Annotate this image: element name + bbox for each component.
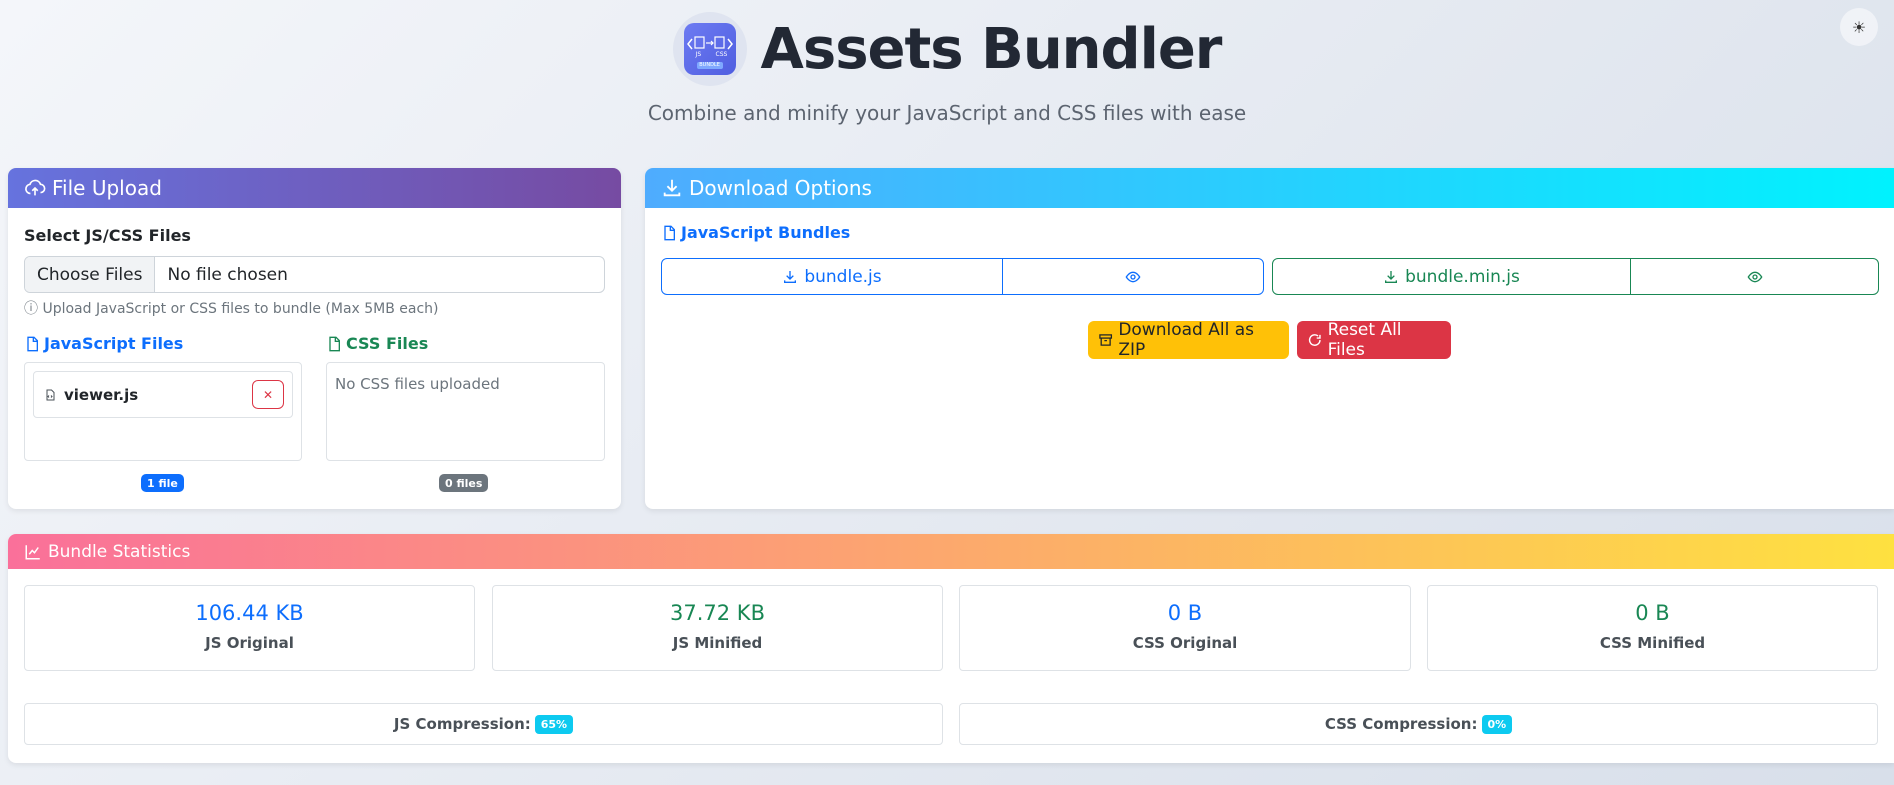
css-count-badge: 0 files <box>439 474 489 492</box>
reset-files-button[interactable]: Reset All Files <box>1297 320 1451 360</box>
stat-js-minified: 37.72 KB JS Minified <box>492 585 943 671</box>
eye-icon <box>1747 271 1762 282</box>
stat-label: JS Original <box>205 634 294 652</box>
list-item: viewer.js ✕ <box>33 371 293 418</box>
download-zip-button[interactable]: Download All as ZIP <box>1088 320 1289 360</box>
select-files-label: Select JS/CSS Files <box>24 226 191 245</box>
file-upload-card: File Upload Select JS/CSS Files Choose F… <box>8 168 621 509</box>
download-icon <box>663 179 681 197</box>
logo-css-text: CSS <box>715 51 728 58</box>
page-header: JS CSS BUNDLE Assets Bundler <box>0 12 1894 86</box>
js-count-badge: 1 file <box>141 474 184 492</box>
stat-value: 106.44 KB <box>195 601 304 625</box>
css-compression-badge: 0% <box>1481 714 1513 734</box>
stat-value: 37.72 KB <box>670 601 765 625</box>
download-options-title: Download Options <box>689 176 872 200</box>
js-file-icon <box>27 336 38 351</box>
css-files-title: CSS Files <box>326 334 428 353</box>
download-options-card: Download Options JavaScript Bundles bund… <box>645 168 1894 509</box>
upload-help-text: ⓘ Upload JavaScript or CSS files to bund… <box>24 298 439 318</box>
js-files-title: JavaScript Files <box>24 334 183 353</box>
download-zip-label: Download All as ZIP <box>1118 320 1254 360</box>
js-bundles-title: JavaScript Bundles <box>661 223 850 242</box>
css-compression: CSS Compression: 0% <box>959 703 1878 745</box>
logo-bundle-text: BUNDLE <box>696 62 723 69</box>
logo: JS CSS BUNDLE <box>672 12 747 86</box>
stat-js-original: 106.44 KB JS Original <box>24 585 475 671</box>
stat-value: 0 B <box>1635 601 1670 625</box>
page-title: Assets Bundler <box>760 16 1223 82</box>
file-upload-title: File Upload <box>52 176 162 200</box>
download-bundle-min-button[interactable]: bundle.min.js <box>1273 259 1630 294</box>
stat-css-original: 0 B CSS Original <box>959 585 1411 671</box>
file-upload-header: File Upload <box>8 168 621 208</box>
bundle-statistics-card: Bundle Statistics 106.44 KB JS Original … <box>8 534 1894 763</box>
page-subtitle: Combine and minify your JavaScript and C… <box>647 101 1247 125</box>
bundle-statistics-title: Bundle Statistics <box>48 541 191 562</box>
bundle-min-js-button-group: bundle.min.js <box>1272 258 1879 295</box>
chosen-files-text: No file chosen <box>167 264 288 285</box>
js-bundles-label: JavaScript Bundles <box>681 223 851 242</box>
js-compression-label: JS Compression: <box>393 715 531 733</box>
js-file-icon <box>664 225 675 240</box>
download-icon <box>1385 270 1398 283</box>
upload-help-label: Upload JavaScript or CSS files to bundle… <box>42 301 439 317</box>
stat-label: CSS Original <box>1132 634 1238 652</box>
stat-label: JS Minified <box>672 634 763 652</box>
info-icon: ⓘ <box>24 301 38 317</box>
file-input[interactable]: Choose Files No file chosen <box>24 256 605 293</box>
reset-files-label: Reset All Files <box>1327 320 1402 360</box>
js-compression-badge: 65% <box>534 714 574 734</box>
archive-icon <box>1099 334 1113 346</box>
preview-bundle-min-button[interactable] <box>1630 259 1878 294</box>
eye-icon <box>1125 271 1141 282</box>
remove-file-button[interactable]: ✕ <box>252 380 284 409</box>
css-empty-text: No CSS files uploaded <box>335 375 500 393</box>
logo-js-text: JS <box>695 51 702 58</box>
choose-files-button[interactable]: Choose Files <box>25 257 156 292</box>
cloud-upload-icon <box>25 179 46 196</box>
refresh-icon <box>1308 334 1321 346</box>
bundle-min-js-label: bundle.min.js <box>1405 266 1520 287</box>
file-name: viewer.js <box>64 385 139 404</box>
chart-line-icon <box>25 544 40 559</box>
close-icon: ✕ <box>262 387 274 402</box>
stat-value: 0 B <box>1167 601 1203 625</box>
css-file-icon <box>329 336 340 351</box>
css-files-list: No CSS files uploaded <box>326 362 605 461</box>
download-icon <box>784 270 797 283</box>
preview-bundle-button[interactable] <box>1002 259 1263 294</box>
download-options-header: Download Options <box>645 168 1894 208</box>
stat-css-minified: 0 B CSS Minified <box>1427 585 1878 671</box>
js-files-label: JavaScript Files <box>44 334 184 353</box>
bundle-logo-icon: JS CSS BUNDLE <box>683 23 736 75</box>
bundle-js-button-group: bundle.js <box>661 258 1264 295</box>
download-bundle-button[interactable]: bundle.js <box>662 259 1002 294</box>
stat-label: CSS Minified <box>1599 634 1706 652</box>
css-files-label: CSS Files <box>346 334 429 353</box>
js-compression: JS Compression: 65% <box>24 703 943 745</box>
bundle-js-label: bundle.js <box>804 266 882 287</box>
bundle-statistics-header: Bundle Statistics <box>8 534 1894 569</box>
js-files-list: viewer.js ✕ <box>24 362 302 461</box>
css-compression-label: CSS Compression: <box>1324 715 1478 733</box>
file-code-icon <box>46 389 55 400</box>
